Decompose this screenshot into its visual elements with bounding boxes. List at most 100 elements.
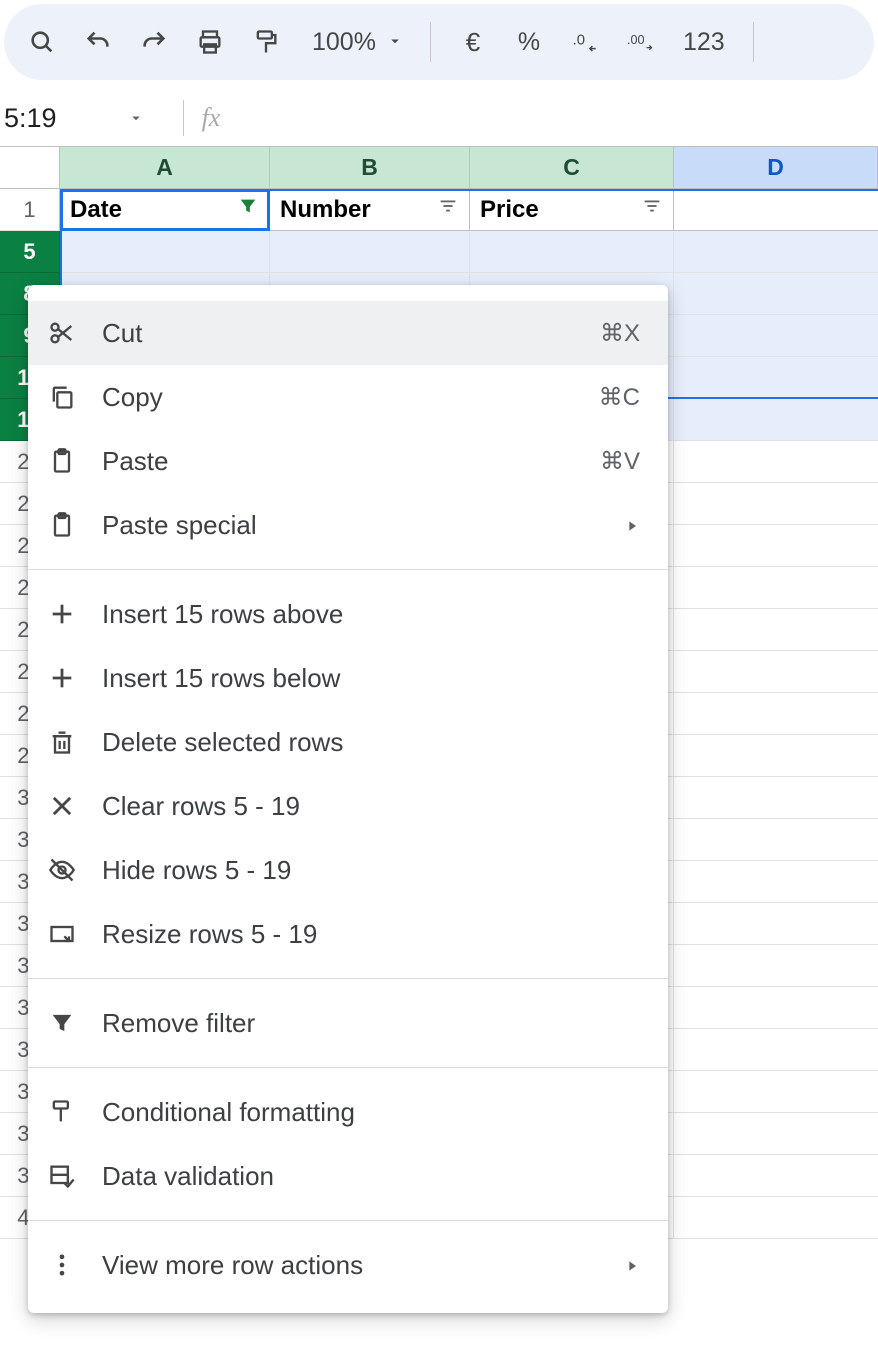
menu-shortcut: ⌘V xyxy=(600,447,640,476)
menu-label: Paste xyxy=(102,446,576,477)
select-all-corner[interactable] xyxy=(0,147,60,189)
menu-clear-rows[interactable]: Clear rows 5 - 19 xyxy=(28,774,668,838)
undo-icon[interactable] xyxy=(74,18,122,66)
menu-separator xyxy=(28,1067,668,1068)
copy-icon xyxy=(46,381,78,413)
cell[interactable] xyxy=(674,1113,878,1155)
cell[interactable] xyxy=(674,903,878,945)
menu-remove-filter[interactable]: Remove filter xyxy=(28,991,668,1055)
cell[interactable] xyxy=(674,1071,878,1113)
menu-label: Copy xyxy=(102,382,575,413)
menu-label: Hide rows 5 - 19 xyxy=(102,855,640,886)
submenu-arrow-icon xyxy=(624,510,640,541)
cell[interactable] xyxy=(270,231,470,273)
caret-down-icon xyxy=(386,28,404,57)
cell[interactable] xyxy=(674,735,878,777)
context-menu: Cut ⌘X Copy ⌘C Paste ⌘V Paste special In… xyxy=(28,285,668,1313)
menu-shortcut: ⌘X xyxy=(600,319,640,348)
cell[interactable] xyxy=(674,1029,878,1071)
menu-label: Conditional formatting xyxy=(102,1097,640,1128)
menu-separator xyxy=(28,569,668,570)
filter-icon xyxy=(46,1007,78,1039)
caret-down-icon xyxy=(127,103,145,134)
menu-label: View more row actions xyxy=(102,1250,600,1281)
menu-paste-special[interactable]: Paste special xyxy=(28,493,668,557)
menu-shortcut: ⌘C xyxy=(599,383,640,412)
column-headers: A B C D xyxy=(0,147,878,189)
cell[interactable] xyxy=(674,357,878,399)
svg-text:.0: .0 xyxy=(573,32,585,48)
row-header[interactable]: 1 xyxy=(0,189,60,231)
cell[interactable] xyxy=(674,693,878,735)
filter-icon[interactable] xyxy=(641,195,663,224)
submenu-arrow-icon xyxy=(624,1250,640,1281)
cell[interactable] xyxy=(674,651,878,693)
menu-label: Insert 15 rows above xyxy=(102,599,640,630)
decrease-decimal-button[interactable]: .0 xyxy=(561,18,609,66)
more-formats-button[interactable]: 123 xyxy=(673,18,735,66)
cell[interactable] xyxy=(674,441,878,483)
toolbar-separator xyxy=(430,22,431,62)
filter-icon[interactable] xyxy=(437,195,459,224)
cell[interactable] xyxy=(674,525,878,567)
column-header-c[interactable]: C xyxy=(470,147,674,189)
cell[interactable] xyxy=(674,315,878,357)
menu-data-validation[interactable]: Data validation xyxy=(28,1144,668,1208)
name-box-value: 5:19 xyxy=(4,103,57,134)
column-header-a[interactable]: A xyxy=(60,147,270,189)
increase-decimal-button[interactable]: .00 xyxy=(617,18,665,66)
percent-format-button[interactable]: % xyxy=(505,18,553,66)
menu-label: Clear rows 5 - 19 xyxy=(102,791,640,822)
menu-paste[interactable]: Paste ⌘V xyxy=(28,429,668,493)
scissors-icon xyxy=(46,317,78,349)
zoom-dropdown[interactable]: 100% xyxy=(298,28,412,57)
menu-resize-rows[interactable]: Resize rows 5 - 19 xyxy=(28,902,668,966)
cell[interactable] xyxy=(674,399,878,441)
menu-more-row-actions[interactable]: View more row actions xyxy=(28,1233,668,1297)
menu-conditional-formatting[interactable]: Conditional formatting xyxy=(28,1080,668,1144)
cell[interactable] xyxy=(60,231,270,273)
cell[interactable] xyxy=(674,273,878,315)
column-header-d[interactable]: D xyxy=(674,147,878,189)
menu-label: Insert 15 rows below xyxy=(102,663,640,694)
search-icon[interactable] xyxy=(18,18,66,66)
cell[interactable] xyxy=(674,231,878,273)
menu-delete-rows[interactable]: Delete selected rows xyxy=(28,710,668,774)
clipboard-icon xyxy=(46,445,78,477)
cell[interactable] xyxy=(470,231,674,273)
paint-format-icon[interactable] xyxy=(242,18,290,66)
column-header-b[interactable]: B xyxy=(270,147,470,189)
separator xyxy=(183,100,184,136)
cell[interactable] xyxy=(674,1155,878,1197)
menu-insert-rows-above[interactable]: Insert 15 rows above xyxy=(28,582,668,646)
cell[interactable] xyxy=(674,1197,878,1239)
cell[interactable] xyxy=(674,609,878,651)
cell[interactable] xyxy=(674,819,878,861)
filter-icon[interactable] xyxy=(237,195,259,224)
print-icon[interactable] xyxy=(186,18,234,66)
cell[interactable] xyxy=(674,483,878,525)
cell-b1[interactable]: Number xyxy=(270,189,470,231)
menu-separator xyxy=(28,978,668,979)
cell[interactable] xyxy=(674,945,878,987)
menu-cut[interactable]: Cut ⌘X xyxy=(28,301,668,365)
cell[interactable] xyxy=(674,567,878,609)
currency-format-button[interactable]: € xyxy=(449,18,497,66)
cell[interactable] xyxy=(674,777,878,819)
trash-icon xyxy=(46,726,78,758)
toolbar: 100% € % .0 .00 123 xyxy=(4,4,874,80)
menu-insert-rows-below[interactable]: Insert 15 rows below xyxy=(28,646,668,710)
cell[interactable] xyxy=(674,987,878,1029)
menu-copy[interactable]: Copy ⌘C xyxy=(28,365,668,429)
close-icon xyxy=(46,790,78,822)
plus-icon xyxy=(46,598,78,630)
cell[interactable] xyxy=(674,861,878,903)
cell-a1[interactable]: Date xyxy=(60,189,270,231)
row-header[interactable]: 5 xyxy=(0,231,60,273)
menu-hide-rows[interactable]: Hide rows 5 - 19 xyxy=(28,838,668,902)
cell-d1[interactable] xyxy=(674,189,878,231)
name-box[interactable]: 5:19 xyxy=(4,103,165,134)
redo-icon[interactable] xyxy=(130,18,178,66)
cell-c1[interactable]: Price xyxy=(470,189,674,231)
resize-icon xyxy=(46,918,78,950)
